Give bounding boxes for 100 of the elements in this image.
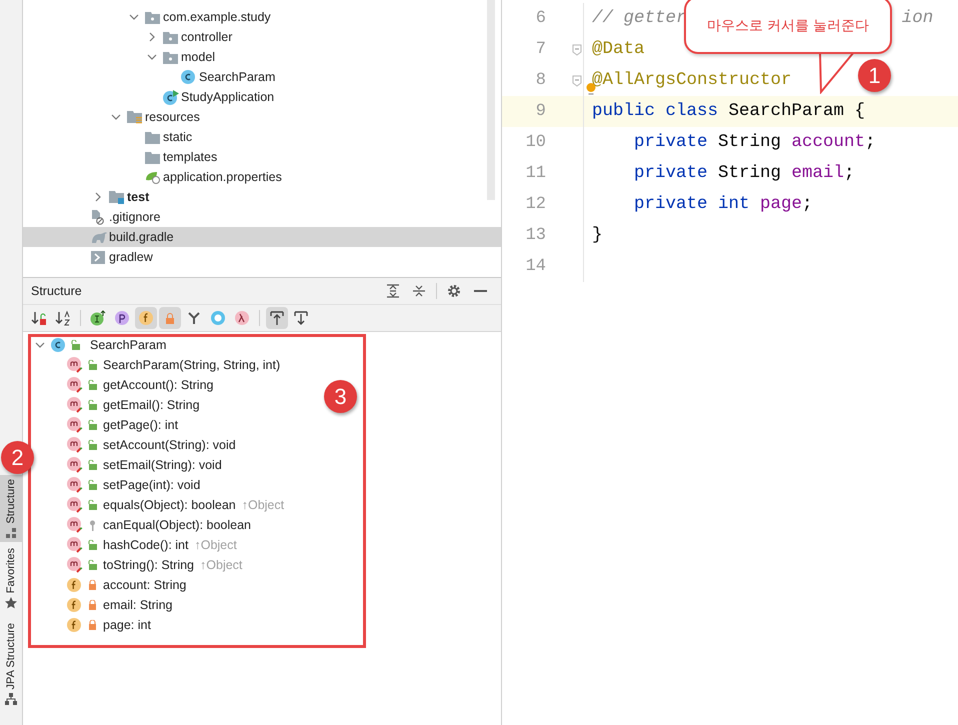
structure-tree-item[interactable]: getAccount(): String xyxy=(67,375,214,395)
method-icon xyxy=(67,457,83,473)
resources-folder-icon xyxy=(127,110,143,124)
structure-tree-item[interactable]: toString(): String ↑Object xyxy=(67,555,242,575)
project-tree-item[interactable]: com.example.study xyxy=(23,7,501,27)
ignored-file-icon xyxy=(91,210,105,224)
project-tree-item[interactable]: build.gradle xyxy=(23,227,501,247)
structure-tree-item[interactable]: getPage(): int xyxy=(67,415,178,435)
structure-tree-item[interactable]: setAccount(String): void xyxy=(67,435,236,455)
project-tree-item[interactable]: StudyApplication xyxy=(23,87,501,107)
code-token: // getter xyxy=(592,7,687,30)
project-tree-item[interactable]: templates xyxy=(23,147,501,167)
structure-tree-item[interactable]: email: String xyxy=(67,595,172,615)
project-tree-item[interactable]: static xyxy=(23,127,501,147)
code-token: public class xyxy=(592,100,720,124)
method-icon xyxy=(67,417,83,433)
code-token: String xyxy=(718,131,782,154)
inherited-from: ↑Object xyxy=(242,496,284,514)
runnable-class-icon xyxy=(163,90,179,104)
structure-tree-item[interactable]: getEmail(): String xyxy=(67,395,200,415)
side-tab[interactable]: Favorites xyxy=(0,544,22,613)
chevron-right-icon[interactable] xyxy=(149,32,155,42)
chevron-down-icon[interactable] xyxy=(129,14,139,20)
line-number: 8 xyxy=(534,70,546,92)
class-icon xyxy=(51,338,65,352)
structure-tree-item[interactable]: equals(Object): boolean ↑Object xyxy=(67,495,284,515)
unlocked-icon xyxy=(71,340,80,350)
structure-tree-item[interactable]: SearchParam(String, String, int) xyxy=(67,355,280,375)
code-token: SearchParam { xyxy=(728,100,866,124)
method-icon xyxy=(67,477,83,493)
line-number: 13 xyxy=(524,224,546,247)
side-tab[interactable]: JPA Structure xyxy=(0,618,22,710)
project-tree-item[interactable]: application.properties xyxy=(23,167,501,187)
collapse-all-icon xyxy=(412,284,426,298)
field-icon xyxy=(67,618,81,632)
callout-text: 마우스로 커서를 눌러준다 xyxy=(707,16,869,34)
project-tree-item[interactable]: controller xyxy=(23,27,501,47)
script-file-icon xyxy=(91,250,105,264)
structure-tree-item[interactable]: SearchParam xyxy=(35,335,166,355)
unlocked-icon xyxy=(88,480,96,490)
chevron-right-icon[interactable] xyxy=(95,192,101,202)
code-token: ; xyxy=(802,193,813,216)
project-tree-item[interactable]: gradlew xyxy=(23,247,501,267)
code-token: @AllArgsConstructor xyxy=(592,69,792,92)
lock-icon xyxy=(88,620,96,630)
chevron-down-icon[interactable] xyxy=(35,342,45,348)
project-tree-item[interactable]: .gitignore xyxy=(23,207,501,227)
unlocked-icon xyxy=(88,380,96,390)
structure-tree-item[interactable]: canEqual(Object): boolean xyxy=(67,515,252,535)
inherited-from: ↑Object xyxy=(200,556,242,574)
code-token: private xyxy=(634,162,709,186)
unlocked-icon xyxy=(88,540,96,550)
unlocked-icon xyxy=(88,440,96,450)
expand-all-icon xyxy=(386,284,400,298)
code-token: page xyxy=(760,193,802,216)
field-icon xyxy=(67,578,81,592)
code-token: ; xyxy=(844,162,855,186)
leaf-settings-icon xyxy=(145,170,161,184)
unlocked-icon xyxy=(88,560,96,570)
hierarchy-icon xyxy=(5,693,17,706)
code-token: account xyxy=(792,131,866,154)
lambda-icon xyxy=(234,310,250,326)
line-number: 9 xyxy=(534,100,546,123)
unlocked-icon xyxy=(88,420,96,430)
code-token: private int xyxy=(634,193,751,216)
structure-tree-item[interactable]: setPage(int): void xyxy=(67,475,200,495)
project-tree-item[interactable]: model xyxy=(23,47,501,67)
package-folder-icon xyxy=(163,30,178,44)
structure-icon xyxy=(6,528,16,538)
arrow-up-bar-icon xyxy=(269,310,285,326)
project-tree-item[interactable]: resources xyxy=(23,107,501,127)
line-number: 6 xyxy=(534,8,546,30)
structure-tree-item[interactable]: page: int xyxy=(67,615,151,635)
lock-icon xyxy=(165,312,175,324)
ring-icon xyxy=(210,310,226,326)
property-icon xyxy=(114,310,130,326)
sort-alphabetical-icon xyxy=(55,310,71,326)
fold-marker-icon[interactable] xyxy=(572,44,582,56)
method-icon xyxy=(67,497,83,513)
structure-tree-item[interactable]: account: String xyxy=(67,575,186,595)
side-tab[interactable]: Structure xyxy=(0,475,22,542)
method-icon xyxy=(67,377,83,393)
arrow-down-bar-icon xyxy=(293,310,309,326)
method-icon xyxy=(67,397,83,413)
chevron-down-icon[interactable] xyxy=(111,114,121,120)
non-public-toggle[interactable] xyxy=(159,307,181,329)
chevron-down-icon[interactable] xyxy=(147,54,157,60)
structure-tree-item[interactable]: hashCode(): int ↑Object xyxy=(67,535,237,555)
project-tree-item[interactable]: test xyxy=(23,187,501,207)
structure-tree-item[interactable]: setEmail(String): void xyxy=(67,455,222,475)
project-tree-item[interactable]: SearchParam xyxy=(23,67,501,87)
autoscroll-to-toggle[interactable] xyxy=(266,307,288,329)
method-icon xyxy=(67,537,83,553)
line-number: 12 xyxy=(524,194,546,216)
fold-marker-icon[interactable] xyxy=(572,74,582,86)
code-token: String xyxy=(718,162,782,186)
package-folder-icon xyxy=(145,10,160,24)
code-token: email xyxy=(792,162,844,186)
fields-toggle[interactable] xyxy=(135,307,157,329)
code-token: private xyxy=(634,131,709,154)
